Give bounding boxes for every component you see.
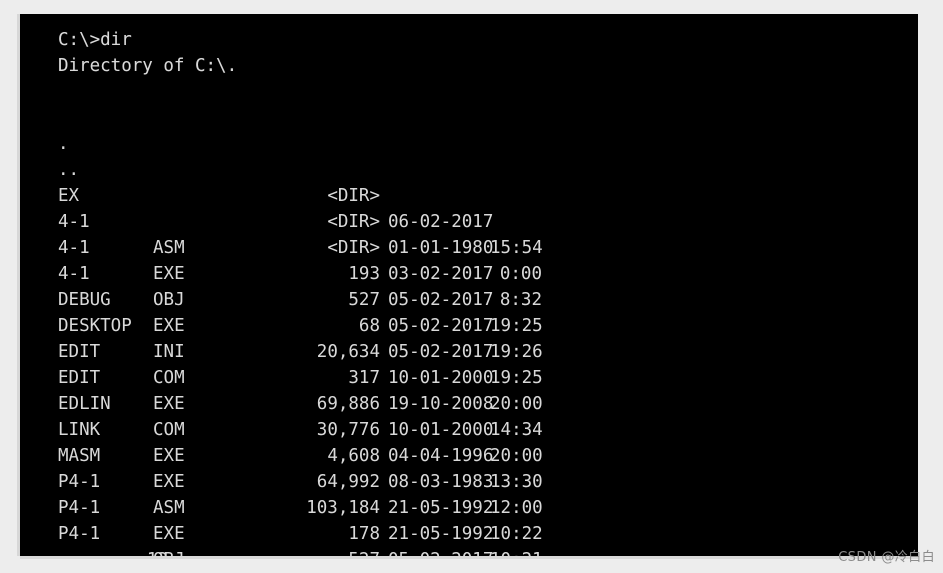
prompt-command-line: C:\>dir [58, 30, 132, 50]
entry-time: 10:21 [490, 547, 543, 556]
console-screen[interactable]: C:\>dir Directory of C:\. . <DIR> 06-02-… [20, 14, 918, 556]
dir-entry-row: EX <DIR> 03-02-2017 8:32 [20, 131, 918, 310]
dir-entry-row: P4-1 OBJ 69 05-02-2017 22:20 [20, 469, 918, 556]
summary-files-row: 13 File(s) 295,959 Bytes. [20, 495, 918, 556]
dir-entry-row: DEBUG EXE 20,634 10-01-2000 20:00 [20, 235, 918, 414]
dir-entry-row: EDIT COM 69,886 10-01-2000 20:00 [20, 287, 918, 466]
summary-dirs-row: 3 Dir(s) 262,111,744 Bytes free. [20, 521, 918, 547]
watermark-label: CSDN @冷白白 [838, 550, 935, 565]
dir-entry-row: LINK EXE 64,992 21-05-1992 10:22 [20, 365, 918, 544]
dir-entry-row: P4-1 EXE 527 06-02-2017 16:06 [20, 443, 918, 556]
dir-entry-row: EDLIN COM 4,608 08-03-1983 12:00 [20, 339, 918, 518]
dir-entry-row: MASM EXE 103,184 21-05-1992 10:21 [20, 391, 918, 556]
dir-entry-row: . <DIR> 06-02-2017 15:54 [20, 79, 918, 258]
dir-entry-row: DESKTOP INI 317 19-10-2008 14:34 [20, 261, 918, 440]
dir-entry-row: P4-1 ASM 178 05-02-2017 22:20 [20, 417, 918, 556]
dir-entry-row: 4-1 OBJ 68 05-02-2017 19:25 [20, 209, 918, 388]
console-window[interactable]: C:\>dir Directory of C:\. . <DIR> 06-02-… [20, 14, 918, 556]
dir-entry-row: .. <DIR> 01-01-1980 0:00 [20, 105, 918, 284]
entry-date: 05-02-2017 [388, 547, 493, 556]
dir-entry-row: EDIT EXE 30,776 04-04-1996 13:30 [20, 313, 918, 492]
dir-entry-row: 4-1 ASM 193 05-02-2017 19:25 [20, 157, 918, 336]
directory-header: Directory of C:\. [58, 56, 238, 76]
dir-entry-row: 4-1 EXE 527 05-02-2017 19:26 [20, 183, 918, 362]
